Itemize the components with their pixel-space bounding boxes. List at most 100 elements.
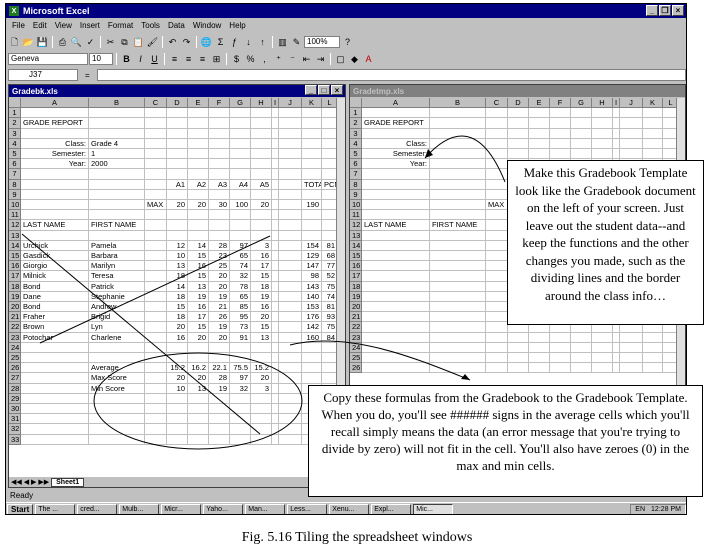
cell[interactable]: TOTAL xyxy=(302,179,322,190)
cell[interactable] xyxy=(486,353,508,364)
cell[interactable] xyxy=(362,281,430,292)
cell[interactable] xyxy=(529,363,550,374)
row-header[interactable]: 3 xyxy=(9,128,21,139)
start-button[interactable]: Start xyxy=(7,503,34,514)
cell[interactable] xyxy=(362,200,430,211)
cell[interactable] xyxy=(21,434,89,445)
cell[interactable] xyxy=(362,342,430,353)
cell[interactable]: 19 xyxy=(209,322,230,333)
cell[interactable] xyxy=(167,138,188,149)
cell[interactable] xyxy=(279,118,302,129)
cell[interactable] xyxy=(272,353,279,364)
font-color-icon[interactable]: A xyxy=(362,53,375,66)
cell[interactable] xyxy=(508,353,529,364)
cell[interactable] xyxy=(592,149,613,160)
cell[interactable]: 153 xyxy=(302,302,322,313)
cell[interactable]: 97 xyxy=(230,373,251,384)
cell[interactable] xyxy=(272,271,279,282)
cell[interactable]: Year: xyxy=(21,159,89,170)
cell[interactable] xyxy=(21,108,89,119)
cell[interactable] xyxy=(272,434,279,445)
cell[interactable] xyxy=(230,159,251,170)
cell[interactable] xyxy=(167,128,188,139)
cell[interactable]: 20 xyxy=(251,200,272,211)
cell[interactable] xyxy=(571,118,592,129)
cell[interactable] xyxy=(230,138,251,149)
taskbar-item[interactable]: Micr... xyxy=(161,503,202,514)
cell[interactable]: Year: xyxy=(362,159,430,170)
cell[interactable]: Barbara xyxy=(89,251,145,262)
column-header[interactable]: D xyxy=(508,98,529,109)
cell[interactable] xyxy=(362,322,430,333)
cell[interactable]: 20 xyxy=(167,373,188,384)
cell[interactable] xyxy=(209,210,230,221)
cell[interactable] xyxy=(508,363,529,374)
cell[interactable]: 74 xyxy=(322,292,337,302)
cell[interactable] xyxy=(663,108,677,119)
cell[interactable] xyxy=(620,128,643,139)
cell[interactable] xyxy=(272,200,279,211)
cell[interactable] xyxy=(486,261,508,272)
cell[interactable] xyxy=(167,159,188,170)
cell[interactable] xyxy=(188,404,209,415)
column-header[interactable]: J xyxy=(279,98,302,109)
cell[interactable] xyxy=(145,353,167,364)
column-header[interactable]: B xyxy=(89,98,145,109)
row-header[interactable]: 31 xyxy=(9,414,21,425)
cell[interactable] xyxy=(362,179,430,190)
cell[interactable]: Bond xyxy=(21,302,89,313)
cell[interactable] xyxy=(362,291,430,302)
cell[interactable] xyxy=(21,424,89,435)
cell[interactable]: 13 xyxy=(167,261,188,272)
cell[interactable] xyxy=(230,424,251,435)
cell[interactable]: Potochar xyxy=(21,332,89,343)
cell[interactable] xyxy=(571,332,592,343)
cell[interactable] xyxy=(643,108,663,119)
row-header[interactable]: 2 xyxy=(9,118,21,129)
cell[interactable]: A1 xyxy=(167,179,188,190)
decrease-indent-icon[interactable]: ⇤ xyxy=(300,53,313,66)
cell[interactable]: Dane xyxy=(21,291,89,302)
cell[interactable] xyxy=(89,230,145,241)
doc-maximize-icon[interactable]: □ xyxy=(318,85,330,95)
cell[interactable] xyxy=(145,251,167,262)
cell[interactable] xyxy=(251,118,272,129)
cell[interactable] xyxy=(89,128,145,139)
cell[interactable]: 15.2 xyxy=(167,363,188,374)
cell[interactable] xyxy=(486,342,508,353)
cell[interactable] xyxy=(613,128,620,139)
cell[interactable] xyxy=(279,281,302,292)
cell[interactable] xyxy=(188,108,209,119)
cell[interactable] xyxy=(230,342,251,353)
cell[interactable] xyxy=(430,108,486,119)
cell[interactable] xyxy=(643,353,663,364)
row-header[interactable]: 11 xyxy=(350,210,362,221)
cell[interactable] xyxy=(167,230,188,241)
cell[interactable]: 93 xyxy=(322,312,337,323)
cell[interactable] xyxy=(322,373,337,384)
cell[interactable]: 16 xyxy=(188,302,209,313)
row-header[interactable]: 13 xyxy=(9,230,21,241)
cell[interactable]: 52 xyxy=(322,271,337,282)
cell[interactable] xyxy=(430,363,486,374)
chart-wizard-icon[interactable]: ▥ xyxy=(276,36,289,49)
cell[interactable]: 147 xyxy=(302,261,322,272)
cell[interactable] xyxy=(272,118,279,129)
cell[interactable] xyxy=(145,261,167,272)
cell[interactable] xyxy=(322,231,337,241)
cell[interactable] xyxy=(430,179,486,190)
cell[interactable] xyxy=(167,118,188,129)
cell[interactable] xyxy=(21,128,89,139)
cell[interactable]: 10 xyxy=(167,251,188,262)
cell[interactable] xyxy=(145,118,167,129)
taskbar-item[interactable]: Expl... xyxy=(371,503,412,514)
align-right-icon[interactable]: ≡ xyxy=(196,53,209,66)
help-icon[interactable]: ? xyxy=(341,36,354,49)
cell[interactable] xyxy=(167,414,188,425)
cell[interactable] xyxy=(279,373,302,384)
cell[interactable] xyxy=(272,373,279,384)
row-header[interactable]: 9 xyxy=(9,189,21,200)
cell[interactable] xyxy=(209,159,230,170)
cell[interactable]: 15 xyxy=(251,322,272,333)
cell[interactable]: 129 xyxy=(302,251,322,262)
